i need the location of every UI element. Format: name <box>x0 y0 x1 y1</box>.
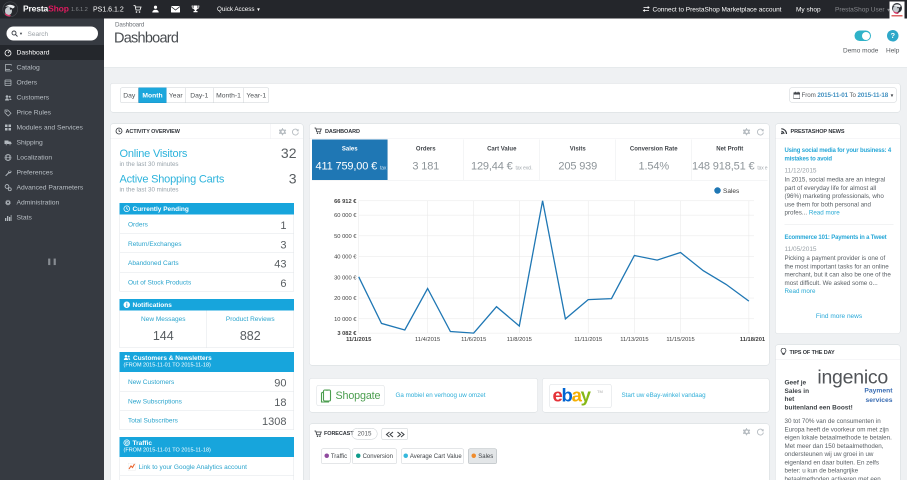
svg-text:11/4/2015: 11/4/2015 <box>415 337 440 343</box>
svg-text:40 000 €: 40 000 € <box>334 255 357 261</box>
svg-text:11/6/2015: 11/6/2015 <box>461 337 486 343</box>
svg-text:11/1/2015: 11/1/2015 <box>346 337 372 343</box>
svg-text:66 912 €: 66 912 € <box>334 199 357 205</box>
svg-text:60 000 €: 60 000 € <box>334 213 357 219</box>
svg-text:20 000 €: 20 000 € <box>334 296 357 302</box>
svg-text:11/8/2015: 11/8/2015 <box>507 337 532 343</box>
svg-text:10 000 €: 10 000 € <box>334 317 357 323</box>
svg-text:11/13/2015: 11/13/2015 <box>620 337 648 343</box>
svg-text:Sales: Sales <box>723 188 740 195</box>
svg-text:11/15/2015: 11/15/2015 <box>666 337 694 343</box>
svg-text:30 000 €: 30 000 € <box>334 275 357 281</box>
svg-text:11/11/2015: 11/11/2015 <box>574 337 602 343</box>
svg-text:50 000 €: 50 000 € <box>334 234 357 240</box>
svg-text:11/18/201: 11/18/201 <box>740 337 766 343</box>
